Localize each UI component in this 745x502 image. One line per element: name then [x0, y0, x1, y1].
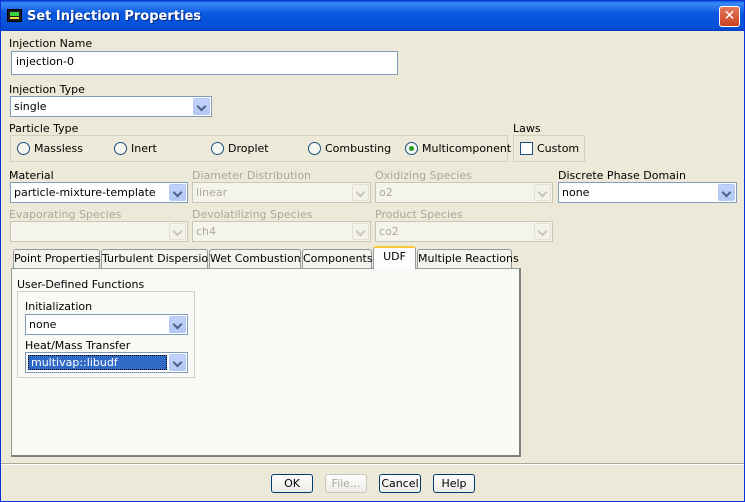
oxidizing-species-value: o2 — [379, 186, 393, 199]
radio-combusting-label: Combusting — [325, 142, 392, 155]
heat-mass-transfer-label: Heat/Mass Transfer — [25, 339, 131, 352]
devolatilizing-species-label: Devolatilizing Species — [192, 208, 313, 221]
injection-type-label: Injection Type — [9, 83, 85, 96]
radio-circle-icon — [17, 142, 30, 155]
diameter-distribution-value: linear — [196, 186, 228, 199]
dialog-window: Set Injection Properties ✕ Injection Nam… — [0, 0, 745, 502]
discrete-phase-domain-label: Discrete Phase Domain — [558, 169, 686, 182]
custom-checkbox[interactable] — [520, 142, 533, 155]
product-species-label: Product Species — [375, 208, 463, 221]
initialization-label: Initialization — [25, 300, 93, 313]
particle-type-label: Particle Type — [9, 122, 79, 135]
diameter-distribution-select: linear — [192, 182, 371, 203]
oxidizing-species-label: Oxidizing Species — [375, 169, 472, 182]
custom-checkbox-label: Custom — [537, 142, 580, 155]
close-icon: ✕ — [723, 8, 736, 24]
initialization-value: none — [29, 318, 57, 331]
injection-type-select[interactable]: single — [10, 96, 212, 117]
radio-selected-icon — [405, 142, 418, 155]
chevron-down-icon[interactable] — [169, 354, 186, 371]
help-button[interactable]: Help — [433, 474, 475, 493]
chevron-down-icon — [534, 184, 551, 201]
laws-label: Laws — [513, 122, 541, 135]
evaporating-species-select — [10, 221, 188, 242]
window-title: Set Injection Properties — [27, 9, 202, 24]
heat-mass-transfer-value: multivap::libudf — [28, 355, 167, 370]
evaporating-species-label: Evaporating Species — [9, 208, 122, 221]
chevron-down-icon — [534, 223, 551, 240]
radio-multicomponent-label: Multicomponent — [422, 142, 512, 155]
material-label: Material — [9, 169, 54, 182]
tab-components[interactable]: Components — [302, 249, 373, 268]
tab-udf[interactable]: UDF — [373, 246, 416, 269]
injection-name-label: Injection Name — [9, 37, 93, 50]
injection-type-value: single — [14, 100, 47, 113]
radio-circle-icon — [211, 142, 224, 155]
chevron-down-icon — [352, 223, 369, 240]
chevron-down-icon[interactable] — [193, 98, 210, 115]
radio-massless-label: Massless — [34, 142, 83, 155]
file-button: File... — [325, 474, 367, 493]
injection-name-field[interactable]: injection-0 — [11, 51, 398, 75]
radio-droplet-label: Droplet — [228, 142, 269, 155]
button-separator — [1, 463, 744, 465]
heat-mass-transfer-select[interactable]: multivap::libudf — [25, 352, 188, 373]
chevron-down-icon — [169, 223, 186, 240]
cancel-button[interactable]: Cancel — [379, 474, 421, 493]
material-select[interactable]: particle-mixture-template — [10, 182, 188, 203]
chevron-down-icon — [352, 184, 369, 201]
product-species-select: co2 — [375, 221, 553, 242]
title-bar[interactable]: Set Injection Properties ✕ — [1, 1, 744, 31]
radio-inert-label: Inert — [131, 142, 157, 155]
ok-button[interactable]: OK — [271, 474, 313, 493]
discrete-phase-domain-value: none — [562, 186, 590, 199]
chevron-down-icon[interactable] — [169, 316, 186, 333]
devolatilizing-species-select: ch4 — [192, 221, 371, 242]
tab-multiple-reactions[interactable]: Multiple Reactions — [417, 249, 519, 268]
chevron-down-icon[interactable] — [718, 184, 735, 201]
initialization-select[interactable]: none — [25, 314, 188, 335]
radio-circle-icon — [308, 142, 321, 155]
discrete-phase-domain-select[interactable]: none — [558, 182, 737, 203]
udf-group-label: User-Defined Functions — [17, 278, 145, 291]
material-value: particle-mixture-template — [14, 186, 156, 199]
tab-wet-combustion[interactable]: Wet Combustion — [209, 249, 301, 268]
close-button[interactable]: ✕ — [719, 6, 740, 27]
oxidizing-species-select: o2 — [375, 182, 553, 203]
devolatilizing-species-value: ch4 — [196, 225, 217, 238]
tab-turbulent-dispersion[interactable]: Turbulent Dispersion — [101, 249, 215, 268]
chevron-down-icon[interactable] — [169, 184, 186, 201]
app-icon — [7, 9, 22, 22]
radio-circle-icon — [114, 142, 127, 155]
product-species-value: co2 — [379, 225, 399, 238]
tab-point-properties[interactable]: Point Properties — [13, 249, 100, 268]
diameter-distribution-label: Diameter Distribution — [192, 169, 312, 182]
